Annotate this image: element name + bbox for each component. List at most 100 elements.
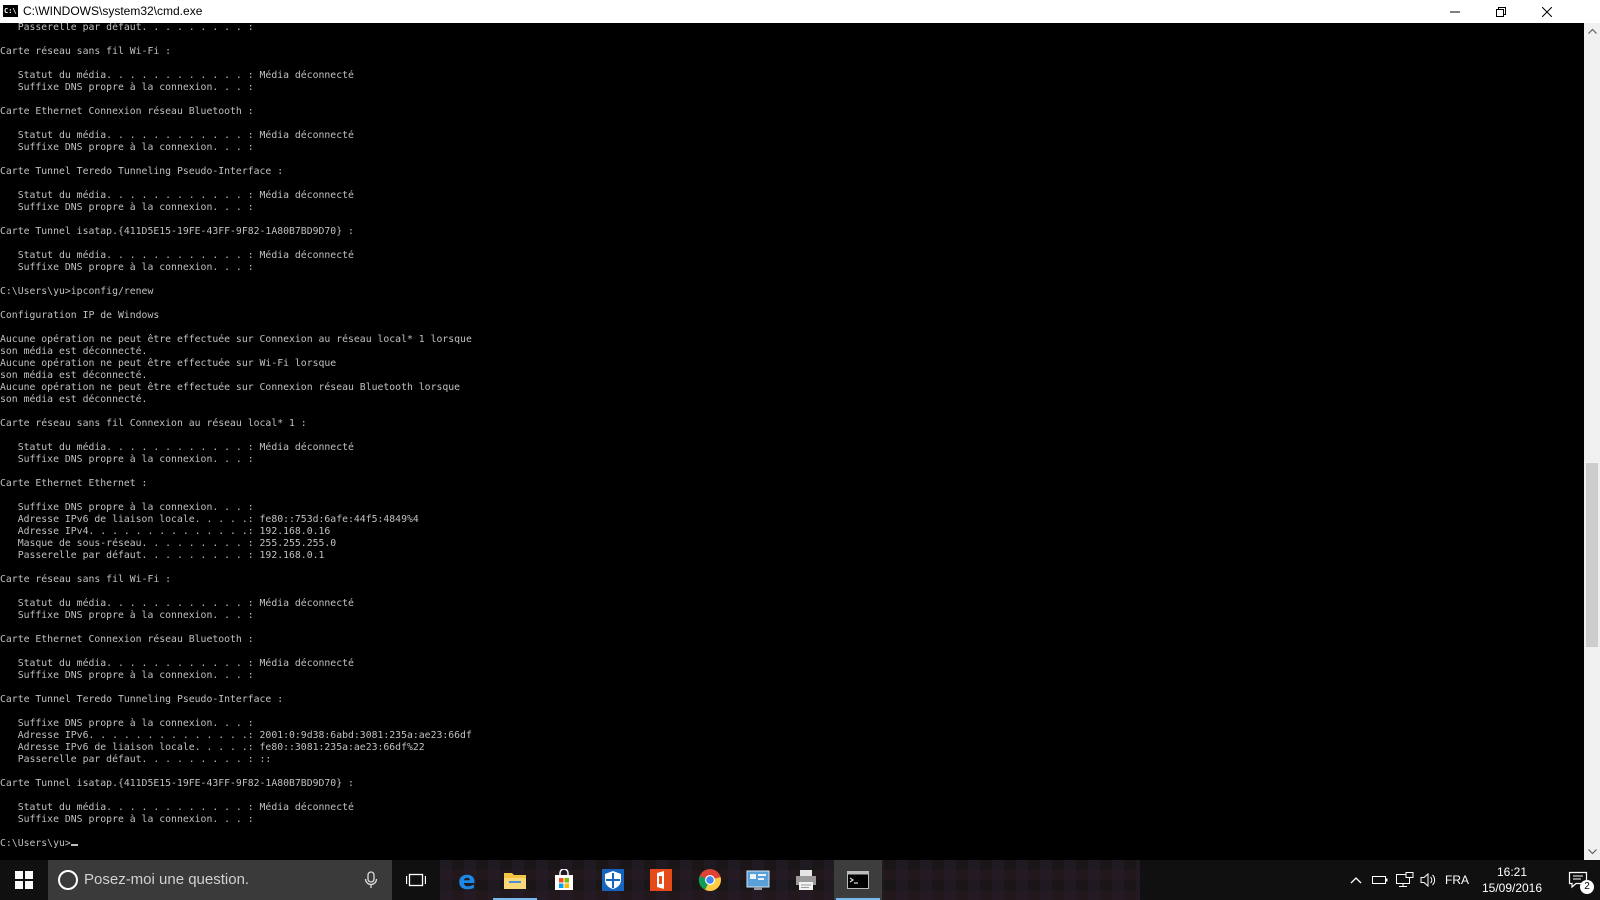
cortana-icon xyxy=(58,870,78,890)
console-line: son média est déconnecté. xyxy=(0,370,148,381)
console-line: Adresse IPv4. . . . . . . . . . . . . .:… xyxy=(0,526,331,537)
windows-logo-icon xyxy=(15,871,33,889)
console-line: Carte Tunnel Teredo Tunneling Pseudo-Int… xyxy=(0,166,284,177)
console-line: Statut du média. . . . . . . . . . . . :… xyxy=(0,802,354,813)
console-line: Statut du média. . . . . . . . . . . . :… xyxy=(0,130,354,141)
console-line: Carte réseau sans fil Wi-Fi : xyxy=(0,574,172,585)
defender-icon xyxy=(602,869,624,891)
console-line: Statut du média. . . . . . . . . . . . :… xyxy=(0,658,354,669)
close-button[interactable] xyxy=(1524,0,1570,23)
command-prompt[interactable]: C:\Users\yu> xyxy=(0,838,71,849)
console-line: Passerelle par défaut. . . . . . . . . : xyxy=(0,23,254,33)
control-panel-icon xyxy=(746,870,770,890)
taskbar-app-printer[interactable] xyxy=(782,860,830,900)
minimize-button[interactable] xyxy=(1432,0,1478,23)
console-line: Suffixe DNS propre à la connexion. . . : xyxy=(0,718,254,729)
console-output: Passerelle par défaut. . . . . . . . . :… xyxy=(0,23,472,850)
console-line: Statut du média. . . . . . . . . . . . :… xyxy=(0,598,354,609)
store-icon xyxy=(555,869,573,890)
console-line: Carte Ethernet Ethernet : xyxy=(0,478,148,489)
action-center-button[interactable]: 2 xyxy=(1556,860,1600,900)
notification-count-badge: 2 xyxy=(1580,880,1594,894)
cmd-icon xyxy=(847,871,869,889)
minimize-icon xyxy=(1450,11,1460,12)
chevron-up-icon xyxy=(1350,877,1362,884)
office-icon xyxy=(650,869,672,891)
console-line: Configuration IP de Windows xyxy=(0,310,160,321)
clock-date: 15/09/2016 xyxy=(1481,881,1543,895)
console-line: Statut du média. . . . . . . . . . . . :… xyxy=(0,70,354,81)
close-icon xyxy=(1542,6,1552,17)
taskbar-app-cmd[interactable] xyxy=(834,860,882,900)
taskbar-app-chrome[interactable] xyxy=(686,860,734,900)
console-line: Masque de sous-réseau. . . . . . . . . :… xyxy=(0,538,337,549)
start-button[interactable] xyxy=(0,860,48,900)
microphone-icon[interactable] xyxy=(362,871,380,889)
console-line: Suffixe DNS propre à la connexion. . . : xyxy=(0,142,254,153)
tray-battery[interactable] xyxy=(1370,860,1390,900)
console-lines: Passerelle par défaut. . . . . . . . . :… xyxy=(0,23,472,825)
console-line: Statut du média. . . . . . . . . . . . :… xyxy=(0,250,354,261)
console-line: Carte Ethernet Connexion réseau Bluetoot… xyxy=(0,106,254,117)
title-bar[interactable]: C:\ C:\WINDOWS\system32\cmd.exe xyxy=(0,0,1600,23)
console-line: Aucune opération ne peut être effectuée … xyxy=(0,334,472,345)
taskbar-app-office[interactable] xyxy=(637,860,685,900)
scroll-up-button[interactable] xyxy=(1584,23,1600,39)
taskbar-app-edge[interactable]: e xyxy=(443,860,491,900)
printer-icon xyxy=(796,870,816,890)
network-icon xyxy=(1396,872,1414,887)
battery-icon xyxy=(1372,876,1388,884)
scroll-down-button[interactable] xyxy=(1584,844,1600,860)
console-line: Statut du média. . . . . . . . . . . . :… xyxy=(0,190,354,201)
scrollbar-thumb[interactable] xyxy=(1586,463,1598,647)
console-line: Adresse IPv6 de liaison locale. . . . .:… xyxy=(0,514,419,525)
task-view-button[interactable] xyxy=(392,860,440,900)
console-window[interactable]: Passerelle par défaut. . . . . . . . . :… xyxy=(0,23,1584,860)
show-hidden-icons-button[interactable] xyxy=(1346,860,1366,900)
console-line: Carte Tunnel Teredo Tunneling Pseudo-Int… xyxy=(0,694,284,705)
taskbar-app-store[interactable] xyxy=(540,860,588,900)
svg-text:e: e xyxy=(458,868,476,892)
taskbar-app-file-explorer[interactable] xyxy=(491,860,539,900)
language-indicator[interactable]: FRA xyxy=(1444,860,1470,900)
cortana-search-box[interactable]: Posez-moi une question. xyxy=(48,860,392,900)
text-cursor xyxy=(70,844,78,846)
clock-time: 16:21 xyxy=(1496,865,1528,879)
console-line: Carte Ethernet Connexion réseau Bluetoot… xyxy=(0,634,254,645)
console-line: Aucune opération ne peut être effectuée … xyxy=(0,358,337,369)
task-view-icon xyxy=(406,873,426,887)
taskbar-app-defender[interactable] xyxy=(589,860,637,900)
console-line: Suffixe DNS propre à la connexion. . . : xyxy=(0,670,254,681)
console-line: Carte réseau sans fil Connexion au résea… xyxy=(0,418,307,429)
restore-button[interactable] xyxy=(1478,0,1524,23)
console-line: Passerelle par défaut. . . . . . . . . :… xyxy=(0,754,272,765)
console-line: Carte Tunnel isatap.{411D5E15-19FE-43FF-… xyxy=(0,778,354,789)
vertical-scrollbar[interactable] xyxy=(1584,23,1600,860)
console-line: Suffixe DNS propre à la connexion. . . : xyxy=(0,262,254,273)
clock[interactable]: 16:21 15/09/2016 xyxy=(1470,860,1554,900)
console-line: son média est déconnecté. xyxy=(0,346,148,357)
console-line: C:\Users\yu>ipconfig/renew xyxy=(0,286,154,297)
console-line: Suffixe DNS propre à la connexion. . . : xyxy=(0,454,254,465)
console-line: Adresse IPv6 de liaison locale. . . . .:… xyxy=(0,742,425,753)
cmd-app-icon[interactable]: C:\ xyxy=(3,5,18,17)
console-line: Suffixe DNS propre à la connexion. . . : xyxy=(0,814,254,825)
taskbar-app-control-panel[interactable] xyxy=(734,860,782,900)
console-line: Adresse IPv6. . . . . . . . . . . . . .:… xyxy=(0,730,472,741)
search-placeholder: Posez-moi une question. xyxy=(84,871,250,888)
console-line: Carte réseau sans fil Wi-Fi : xyxy=(0,46,172,57)
chevron-down-icon xyxy=(1587,849,1597,855)
tray-network[interactable] xyxy=(1394,860,1416,900)
volume-icon xyxy=(1420,872,1436,888)
console-line: Aucune opération ne peut être effectuée … xyxy=(0,382,461,393)
tray-volume[interactable] xyxy=(1418,860,1440,900)
console-line: Statut du média. . . . . . . . . . . . :… xyxy=(0,442,354,453)
console-line: Suffixe DNS propre à la connexion. . . : xyxy=(0,82,254,93)
taskbar: Posez-moi une question. e FRA 16:21 15/0… xyxy=(0,860,1600,900)
window-title: C:\WINDOWS\system32\cmd.exe xyxy=(23,4,203,18)
console-line: Suffixe DNS propre à la connexion. . . : xyxy=(0,502,254,513)
chrome-icon xyxy=(698,869,721,891)
chevron-up-icon xyxy=(1587,28,1597,34)
console-line: Passerelle par défaut. . . . . . . . . :… xyxy=(0,550,325,561)
console-line: Suffixe DNS propre à la connexion. . . : xyxy=(0,610,254,621)
